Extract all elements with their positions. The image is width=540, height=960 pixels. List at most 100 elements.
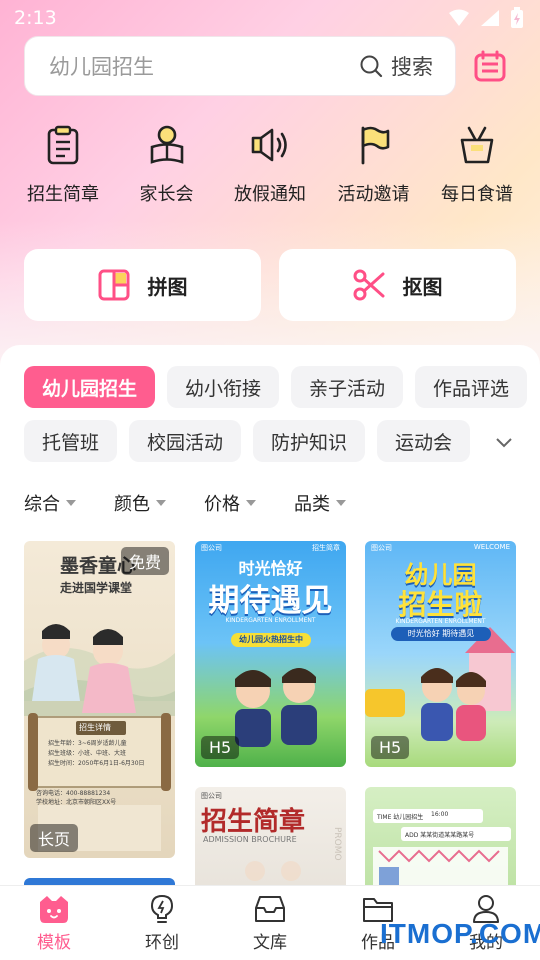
- category-chip-parent-child[interactable]: 亲子活动: [291, 366, 404, 408]
- category-row-1: 幼儿园招生 幼小衔接 亲子活动 作品评选: [24, 366, 528, 408]
- card-scroll-title: 招生详情: [79, 723, 111, 732]
- quick-action-event-invite[interactable]: 活动邀请: [323, 124, 425, 206]
- quick-action-parents-meeting[interactable]: 家长会: [116, 124, 218, 206]
- card-contact: 咨询电话：400-88881234 学校地址：北京市朝阳区XX号: [36, 789, 116, 807]
- collage-button[interactable]: 拼图: [24, 249, 261, 321]
- calendar-button[interactable]: [472, 48, 508, 84]
- template-card-time-meet[interactable]: 图公司 招生简章 时光恰好 期待遇见 KINDERGARTEN ENROLLME…: [195, 541, 346, 767]
- quick-actions: 招生简章 家长会 放假通知 活动邀请 每日食谱: [12, 124, 528, 206]
- basket-icon: [457, 124, 497, 166]
- card-corner-tag: 招生简章: [312, 544, 340, 552]
- filter-row: 综合 颜色 价格 品类: [24, 490, 346, 516]
- inbox-icon: [255, 895, 285, 922]
- collage-label: 拼图: [147, 274, 188, 299]
- long-page-badge: 长页: [30, 824, 79, 852]
- calendar-icon: [474, 50, 506, 82]
- template-card-enrollment-open[interactable]: 图公司 WELCOME 幼儿园 招生啦 KINDERGARTEN ENROLLM…: [365, 541, 516, 767]
- caret-down-icon: [246, 500, 256, 506]
- status-icons: [448, 7, 524, 29]
- template-card-classics[interactable]: 墨香童心 走进国学课堂 招生详情 招生年龄：3~6周岁适龄儿童 招生班级：小班、…: [24, 541, 175, 858]
- card-title-line-2: 走进国学课堂: [60, 581, 133, 595]
- card-info-line: 招生班级：小班、中班、大班: [48, 750, 127, 757]
- parent-reading-icon: [147, 124, 187, 166]
- template-card-peek[interactable]: [24, 878, 175, 885]
- chevron-down-icon: [496, 438, 512, 448]
- h5-badge: H5: [371, 736, 410, 759]
- category-chip-daycare[interactable]: 托管班: [24, 420, 118, 462]
- tab-label: 模板: [37, 932, 71, 953]
- category-chip-safety[interactable]: 防护知识: [253, 420, 366, 462]
- card-subtitle: KINDERGARTEN ENROLLMENT: [395, 618, 486, 625]
- wifi-icon: [449, 9, 469, 26]
- quick-action-holiday-notice[interactable]: 放假通知: [219, 124, 321, 206]
- watermark-logo: ITMOP.COM: [380, 918, 540, 949]
- free-badge: 免费: [120, 547, 169, 575]
- search-row: 幼儿园招生 搜索: [24, 36, 524, 96]
- template-card-admission-brochure[interactable]: 图公司 招生简章 ADMISSION BROCHURE PROMO: [195, 787, 346, 885]
- status-time: 2:13: [14, 7, 57, 29]
- clipboard-icon: [43, 124, 83, 166]
- tab-library[interactable]: 文库: [220, 894, 320, 953]
- card-info-line: 招生年龄：3~6周岁适龄儿童: [48, 740, 127, 747]
- card-ribbon: 时光恰好 期待遇见: [407, 629, 475, 638]
- card-contact-line: 咨询电话：400-88881234: [36, 790, 111, 797]
- quick-action-label: 放假通知: [234, 184, 306, 205]
- template-preview-illustration: [245, 861, 301, 881]
- template-card-classroom[interactable]: TIME 幼儿园招生 16:00 ADD 某某街道某某路某号: [365, 787, 516, 885]
- filter-price[interactable]: 价格: [204, 490, 256, 516]
- card-subtitle: KINDERGARTEN ENROLLMENT: [225, 617, 316, 624]
- category-chip-sports-day[interactable]: 运动会: [377, 420, 471, 462]
- card-brand: 图公司: [371, 544, 392, 552]
- quick-action-label: 家长会: [139, 184, 194, 205]
- caret-down-icon: [156, 500, 166, 506]
- status-bar: 2:13: [0, 0, 540, 36]
- collage-icon: [98, 269, 129, 301]
- caret-down-icon: [336, 500, 346, 506]
- tab-environment[interactable]: 环创: [112, 894, 212, 953]
- quick-action-label: 活动邀请: [337, 184, 410, 205]
- filter-color[interactable]: 颜色: [114, 490, 166, 516]
- speaker-icon: [250, 124, 290, 166]
- caret-down-icon: [66, 500, 76, 506]
- quick-action-label: 每日食谱: [441, 184, 513, 205]
- search-icon: [360, 55, 383, 78]
- card-info-line: 招生时间：2050年6月1日-6月30日: [48, 760, 145, 767]
- h5-badge: H5: [201, 736, 240, 759]
- template-preview-illustration: [373, 847, 508, 885]
- card-corner-tag: WELCOME: [473, 543, 510, 551]
- card-title-main: 招生啦: [398, 588, 483, 621]
- quick-action-daily-menu[interactable]: 每日食谱: [426, 124, 528, 206]
- expand-categories-button[interactable]: [484, 428, 524, 458]
- tab-label: 环创: [145, 932, 179, 953]
- search-button[interactable]: 搜索: [359, 51, 433, 81]
- card-title-main: 期待遇见: [208, 583, 333, 619]
- category-row-2: 托管班 校园活动 防护知识 运动会: [24, 420, 471, 462]
- scissors-icon: [353, 269, 384, 301]
- tools-row: 拼图 抠图: [24, 249, 516, 321]
- category-chip-preschool-transition[interactable]: 幼小衔接: [167, 366, 280, 408]
- lightbulb-icon: [150, 894, 174, 923]
- battery-icon: [511, 7, 523, 28]
- card-contact-line: 学校地址：北京市朝阳区XX号: [36, 799, 117, 806]
- cat-face-icon: [40, 895, 68, 923]
- search-placeholder: 幼儿园招生: [49, 55, 154, 79]
- filter-sort[interactable]: 综合: [24, 490, 76, 516]
- tab-label: 文库: [253, 932, 287, 953]
- tab-templates[interactable]: 模板: [4, 894, 104, 953]
- category-chip-campus-activity[interactable]: 校园活动: [129, 420, 242, 462]
- category-chip-kindergarten-enrollment[interactable]: 幼儿园招生: [24, 366, 156, 408]
- filter-label: 品类: [294, 494, 330, 515]
- category-chip-work-selection[interactable]: 作品评选: [415, 366, 528, 408]
- cutout-button[interactable]: 抠图: [279, 249, 516, 321]
- card-ribbon: 幼儿园火热招生中: [239, 635, 303, 644]
- card-info: 招生年龄：3~6周岁适龄儿童 招生班级：小班、中班、大班 招生时间：2050年6…: [48, 739, 145, 769]
- search-input[interactable]: 幼儿园招生 搜索: [24, 36, 456, 96]
- search-button-label: 搜索: [391, 55, 433, 79]
- filter-category[interactable]: 品类: [294, 490, 346, 516]
- quick-action-enrollment[interactable]: 招生简章: [12, 124, 114, 206]
- card-brand: 图公司: [201, 544, 222, 552]
- signal-icon: [481, 10, 499, 26]
- filter-label: 综合: [24, 494, 60, 515]
- filter-label: 价格: [204, 494, 240, 515]
- filter-label: 颜色: [114, 494, 150, 515]
